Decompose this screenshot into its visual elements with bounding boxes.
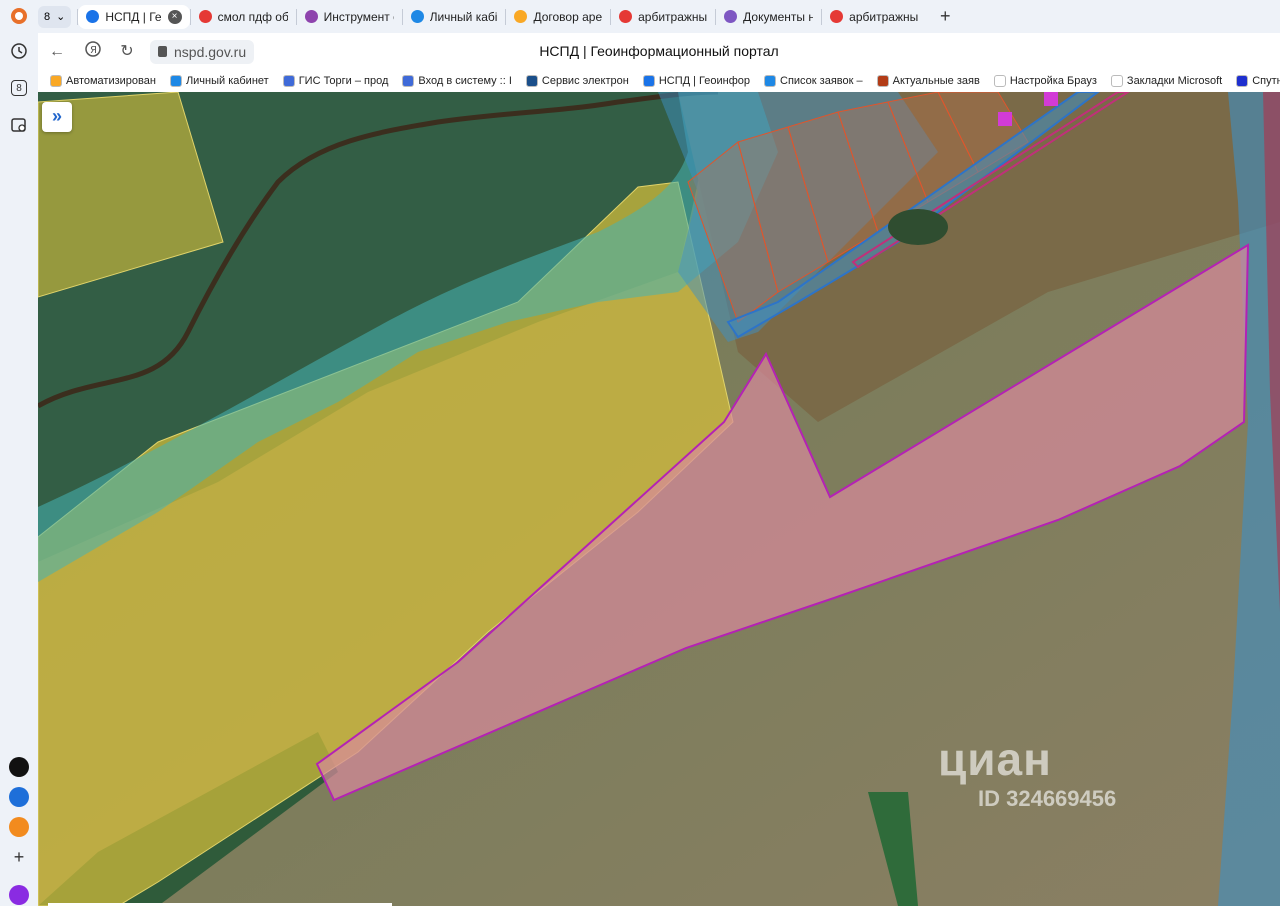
tab-favicon-icon	[410, 10, 424, 23]
watermark-id: ID 324669456	[978, 786, 1117, 811]
add-app-icon[interactable]: +	[8, 846, 30, 868]
bookmark-favicon-icon	[764, 75, 777, 87]
bookmark-label: ГИС Торги – прод	[298, 75, 389, 87]
tab-label: Личный кабі	[429, 9, 498, 24]
assistant-icon[interactable]	[8, 884, 30, 906]
tab-label: НСПД | Ге	[105, 9, 162, 24]
bookmark-favicon-icon	[50, 75, 62, 87]
bookmark-label: Личный кабинет	[185, 75, 269, 87]
app-messenger-icon[interactable]	[8, 786, 30, 808]
bookmark-favicon-icon	[993, 75, 1006, 87]
app-mail-icon[interactable]	[8, 816, 30, 838]
tab-group-count: 8	[44, 10, 51, 23]
bookmark-item[interactable]: Сервис электрон	[525, 75, 629, 87]
page-title: НСПД | Геоинформационный портал	[539, 43, 779, 59]
tab-label: Инструмент с	[323, 9, 394, 24]
tab-label: смол пдф об	[217, 9, 288, 24]
bookmarks-bar: Автоматизирован Личный кабинет ГИС Торги –…	[38, 70, 1280, 92]
tab-group-toggle[interactable]: 8 ⌄	[38, 5, 72, 28]
app-camera-icon[interactable]	[8, 756, 30, 778]
browser-sidebar: 8 +	[0, 0, 38, 906]
bookmark-favicon-icon	[402, 75, 415, 87]
tab-4[interactable]: Договор аре	[506, 5, 610, 29]
screenshot-icon[interactable]	[8, 114, 30, 136]
new-tab-button[interactable]: +	[934, 6, 956, 28]
tree-cluster	[888, 209, 948, 245]
bookmark-item[interactable]: Закладки Microsoft	[1110, 75, 1223, 87]
tab-label: арбитражны	[638, 9, 708, 24]
bookmark-label: Сервис электрон	[541, 75, 629, 87]
tab-3[interactable]: Личный кабі	[403, 5, 506, 29]
tab-favicon-icon	[619, 10, 633, 23]
tab-7[interactable]: арбитражны	[822, 5, 926, 29]
bookmark-favicon-icon	[525, 75, 538, 87]
tab-5[interactable]: арбитражны	[611, 5, 715, 29]
cian-watermark: циан ID 324669456	[938, 732, 1116, 812]
history-icon[interactable]	[8, 40, 30, 62]
bookmark-favicon-icon	[169, 75, 182, 87]
tab-6[interactable]: Документы н	[716, 5, 821, 29]
tab-label: Договор аре	[533, 9, 603, 24]
tab-label: Документы н	[743, 9, 814, 24]
tab-1[interactable]: смол пдф об	[191, 5, 296, 29]
tab-favicon-icon	[198, 10, 212, 23]
tab-favicon-icon	[830, 10, 844, 23]
bookmark-item[interactable]: ГИС Торги – прод	[282, 75, 389, 87]
bookmark-favicon-icon	[1236, 75, 1249, 87]
tab-0[interactable]: НСПД | Ге ×	[78, 4, 190, 29]
close-tab-icon[interactable]: ×	[167, 9, 182, 24]
map-view[interactable]: » циан ID 324669456	[38, 92, 1280, 906]
tab-label: арбитражны	[849, 9, 919, 24]
bookmark-favicon-icon	[282, 75, 295, 87]
bookmark-item[interactable]: Личный кабинет	[169, 75, 269, 87]
tabs-counter-icon[interactable]: 8	[8, 77, 30, 99]
bookmark-label: Закладки Microsoft	[1126, 75, 1223, 87]
bookmark-label: Автоматизирован	[66, 75, 156, 87]
browser-logo-icon[interactable]	[8, 5, 30, 27]
bookmark-item[interactable]: Настройка Брауз	[993, 75, 1097, 87]
expand-panel-button[interactable]: »	[42, 102, 72, 132]
watermark-brand: циан	[938, 733, 1052, 785]
tab-2[interactable]: Инструмент с	[297, 5, 402, 29]
bookmark-label: НСПД | Геоинфор	[658, 75, 751, 87]
bookmark-item[interactable]: НСПД | Геоинфор	[642, 75, 751, 87]
bookmark-item[interactable]: Вход в систему :: І	[402, 75, 512, 87]
bookmark-label: Список заявок –	[780, 75, 863, 87]
bookmark-item[interactable]: Автоматизирован	[50, 75, 156, 87]
tab-favicon-icon	[86, 10, 100, 23]
bookmark-favicon-icon	[876, 75, 889, 87]
building-marker	[998, 112, 1012, 126]
bookmark-label: Актуальные заяв	[892, 75, 980, 87]
chevron-down-icon: ⌄	[56, 11, 66, 23]
tab-favicon-icon	[304, 10, 318, 23]
address-bar-row: ← Я ↻ nspd.gov.ru НСПД | Геоинформационн…	[38, 33, 1280, 70]
bookmark-favicon-icon	[642, 75, 655, 87]
bookmark-item[interactable]: Спутниковые карт	[1236, 75, 1280, 87]
bookmark-favicon-icon	[1110, 75, 1123, 87]
tab-strip: 8 ⌄ НСПД | Ге × смол пдф об Инструмент с Лич…	[38, 0, 1280, 33]
tab-favicon-icon	[514, 10, 528, 23]
bookmark-item[interactable]: Актуальные заяв	[876, 75, 980, 87]
building-marker	[1044, 92, 1058, 106]
tab-favicon-icon	[724, 10, 738, 23]
bookmark-label: Спутниковые карт	[1252, 75, 1280, 87]
bookmark-item[interactable]: Список заявок –	[764, 75, 863, 87]
bookmark-label: Вход в систему :: І	[418, 75, 512, 87]
bookmark-label: Настройка Брауз	[1009, 75, 1097, 87]
tabs-counter-label: 8	[11, 80, 27, 96]
